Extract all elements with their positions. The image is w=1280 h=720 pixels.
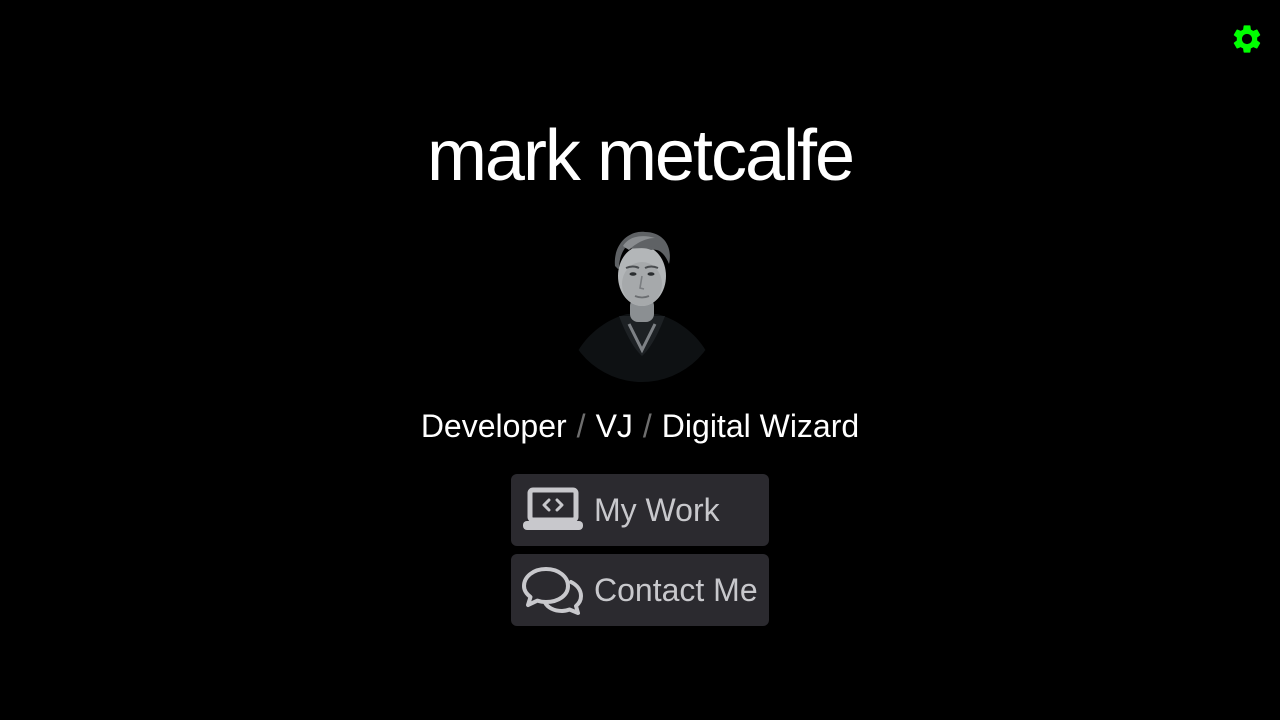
settings-button[interactable] [1230,22,1264,56]
tagline: Developer / VJ / Digital Wizard [0,404,1280,448]
page-title: mark metcalfe [426,116,855,196]
contact-me-label: Contact Me [594,572,758,608]
role-developer: Developer [420,408,567,444]
gear-icon [1233,25,1261,53]
role-digital-wizard: Digital Wizard [661,408,860,444]
avatar-portrait [563,224,721,382]
role-separator: / [642,408,652,444]
avatar [563,224,721,382]
page: mark metcalfe Developer / VJ / Digital W… [0,0,1280,720]
role-separator: / [576,408,586,444]
chat-bubbles-icon [522,564,584,616]
laptop-code-icon [522,484,584,536]
my-work-label: My Work [594,492,720,528]
contact-me-button[interactable]: Contact Me [511,554,769,626]
role-vj: VJ [595,408,633,444]
my-work-button[interactable]: My Work [511,474,769,546]
